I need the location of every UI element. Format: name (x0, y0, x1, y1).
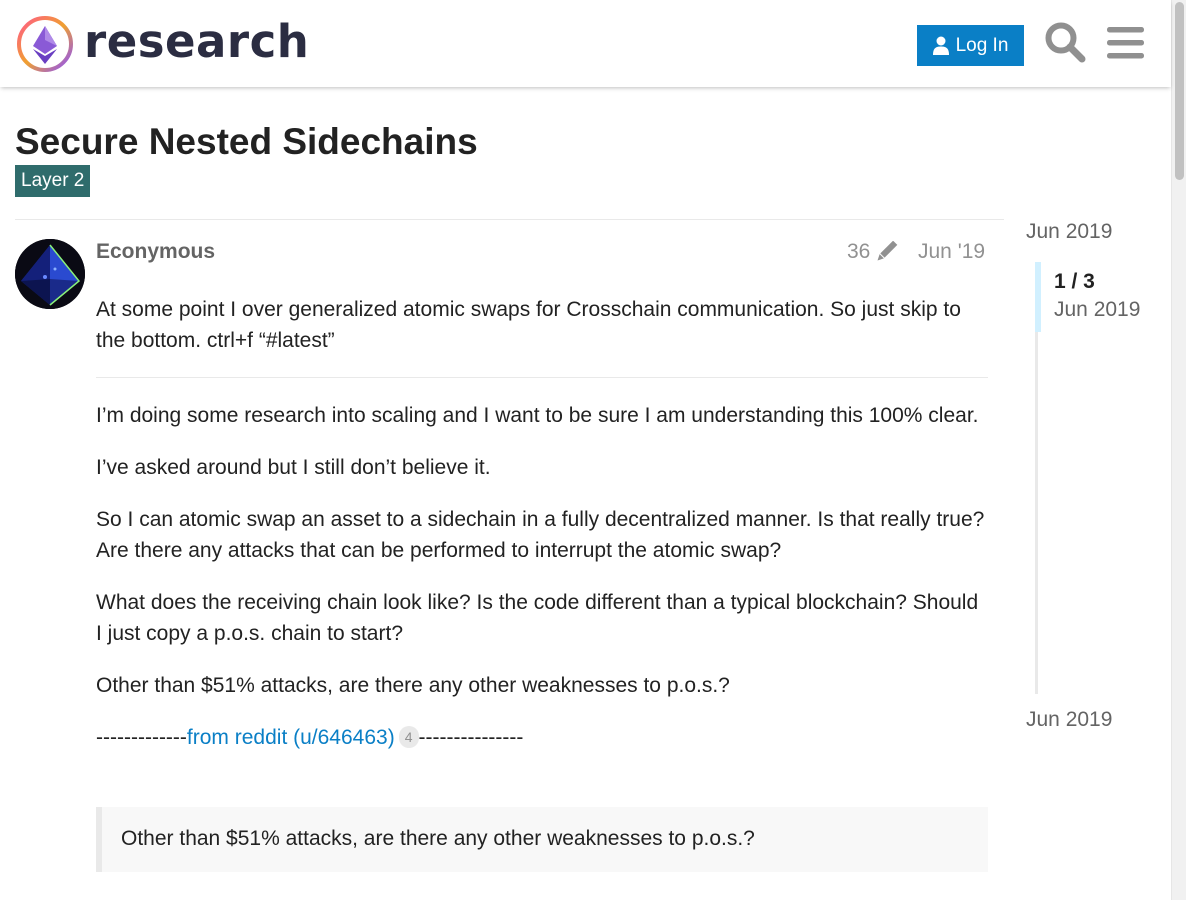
timeline-position[interactable]: 1 / 3 (1054, 270, 1095, 294)
site-header: research Log In (0, 0, 1171, 87)
category-badge[interactable]: Layer 2 (15, 165, 91, 197)
link-suffix: --------------- (418, 726, 524, 749)
page-scrollbar[interactable] (1171, 0, 1186, 900)
timeline-handle[interactable] (1035, 262, 1041, 332)
post-paragraph: So I can atomic swap an asset to a sidec… (96, 508, 985, 562)
quote-text: Other than $51% attacks, are there any o… (121, 827, 755, 850)
post-author[interactable]: Econymous (96, 240, 215, 264)
menu-icon[interactable] (1107, 27, 1144, 59)
blockquote: Other than $51% attacks, are there any o… (96, 807, 988, 872)
login-button[interactable]: Log In (917, 25, 1024, 66)
post-paragraph: What does the receiving chain look like?… (96, 591, 979, 645)
link-click-count: 4 (398, 726, 419, 748)
scrollbar-thumb[interactable] (1175, 2, 1184, 180)
timeline-position-date: Jun 2019 (1054, 298, 1141, 321)
link-prefix: ------------- (96, 726, 187, 749)
pencil-icon (877, 241, 898, 261)
post-link-line: -------------from reddit (u/646463) 4 ----… (96, 722, 988, 753)
post-body: At some point I over generalized atomic … (96, 294, 988, 774)
logo-icon[interactable] (15, 14, 75, 74)
post-paragraph: Other than $51% attacks, are there any o… (96, 674, 730, 697)
search-icon[interactable] (1044, 21, 1086, 63)
divider (15, 219, 1004, 220)
topic-title[interactable]: Secure Nested Sidechains (15, 121, 478, 163)
reddit-link[interactable]: from reddit (u/646463) (187, 726, 395, 749)
login-label: Log In (955, 34, 1009, 56)
timeline-end-date[interactable]: Jun 2019 (1026, 708, 1112, 732)
avatar[interactable] (15, 239, 85, 309)
post-paragraph: At some point I over generalized atomic … (96, 298, 961, 352)
site-name[interactable]: research (84, 14, 309, 70)
user-icon (932, 36, 949, 55)
timeline-start-date[interactable]: Jun 2019 (1026, 220, 1112, 244)
post-divider (96, 377, 988, 378)
post-date[interactable]: Jun '19 (918, 240, 985, 264)
post-paragraph: I’m doing some research into scaling and… (96, 404, 979, 427)
post-paragraph: I’ve asked around but I still don’t beli… (96, 456, 491, 479)
edit-count: 36 (847, 240, 871, 263)
edit-history[interactable]: 36 (847, 240, 898, 264)
